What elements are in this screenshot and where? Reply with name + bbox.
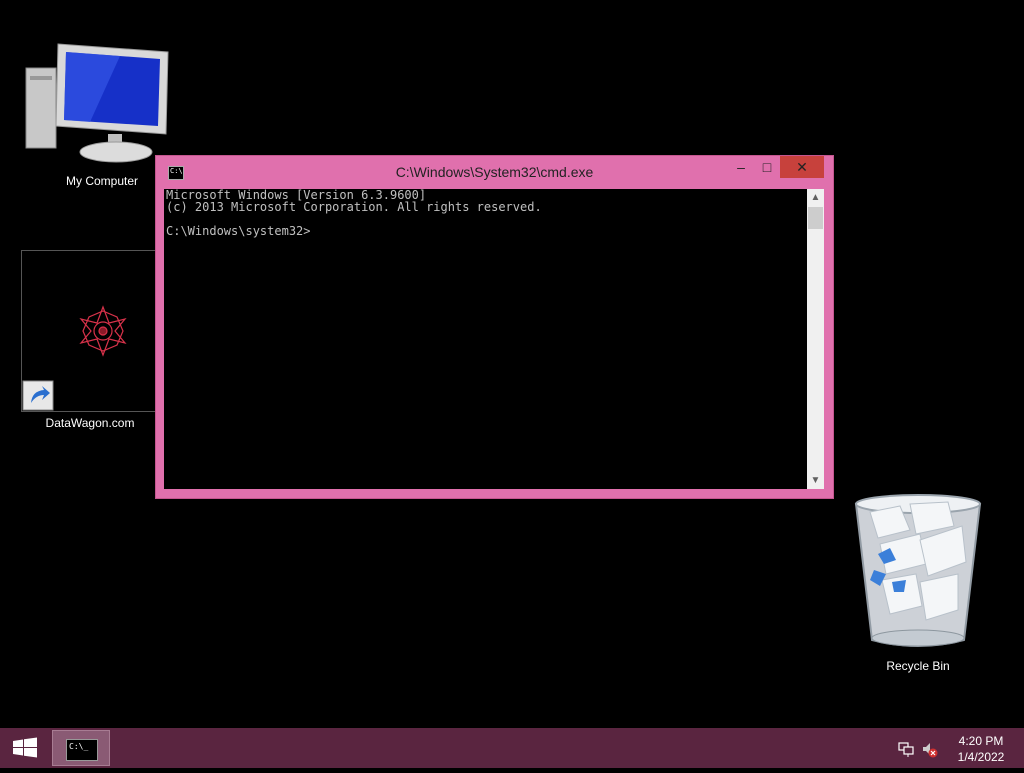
clock-date: 1/4/2022 xyxy=(957,750,1005,764)
system-tray xyxy=(895,738,943,760)
datawagon-label: DataWagon.com xyxy=(45,416,135,430)
taskbar-cmd-button[interactable]: C:\_ xyxy=(52,730,110,766)
datawagon-shortcut[interactable]: DataWagon.com xyxy=(20,249,160,435)
cmd-icon: C:\_ xyxy=(66,739,98,761)
datawagon-tile xyxy=(21,250,160,412)
volume-muted-icon[interactable] xyxy=(923,743,938,758)
minimize-button[interactable]: – xyxy=(730,156,752,178)
clock[interactable]: 4:20 PM 1/4/2022 xyxy=(948,733,1014,765)
datawagon-logo-icon xyxy=(22,305,127,411)
cmd-window[interactable]: C:\ C:\Windows\System32\cmd.exe – □ ✕ Mi… xyxy=(156,156,833,498)
console-line: (c) 2013 Microsoft Corporation. All righ… xyxy=(166,200,542,214)
scroll-down-arrow-icon[interactable]: ▼ xyxy=(807,472,824,489)
windows-logo-icon xyxy=(13,737,37,758)
console-prompt[interactable]: C:\Windows\system32> xyxy=(166,224,311,238)
console-area[interactable]: Microsoft Windows [Version 6.3.9600] (c)… xyxy=(164,189,824,489)
console-output: Microsoft Windows [Version 6.3.9600] (c)… xyxy=(164,189,824,237)
network-icon[interactable] xyxy=(898,742,914,757)
scroll-thumb[interactable] xyxy=(808,207,823,229)
trash-can-icon xyxy=(854,494,982,647)
vertical-scrollbar[interactable]: ▲ ▼ xyxy=(807,189,824,489)
recycle-bin-icon[interactable]: Recycle Bin xyxy=(850,490,986,680)
taskbar: C:\_ 4:20 PM 1/4/2022 xyxy=(0,728,1024,768)
maximize-button[interactable]: □ xyxy=(756,156,778,178)
close-button[interactable]: ✕ xyxy=(780,156,824,178)
clock-time: 4:20 PM xyxy=(958,734,1004,748)
recycle-bin-label: Recycle Bin xyxy=(886,659,950,673)
start-button[interactable] xyxy=(0,728,50,768)
computer-icon xyxy=(25,43,169,163)
scroll-up-arrow-icon[interactable]: ▲ xyxy=(807,189,824,206)
